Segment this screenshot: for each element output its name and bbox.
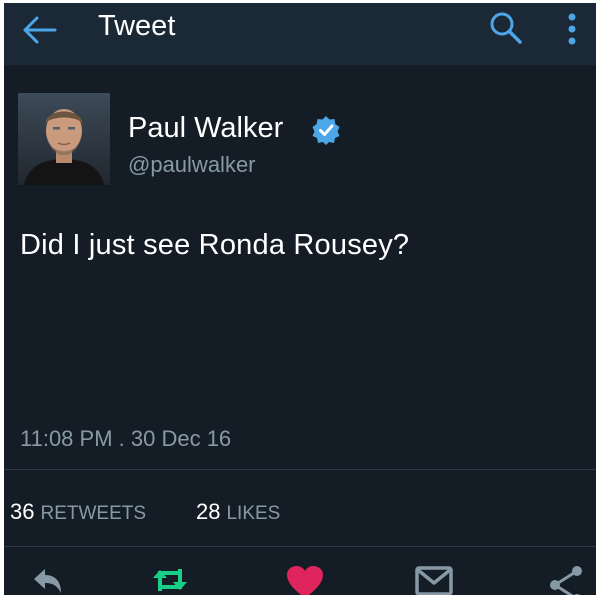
avatar-photo xyxy=(18,93,110,185)
retweets-count: 36 xyxy=(10,499,35,524)
tweet-screen: Tweet Paul Walker @paulwalker Did I just… xyxy=(4,3,596,595)
share-icon[interactable] xyxy=(546,565,586,595)
verified-badge-icon xyxy=(312,116,340,145)
likes-stat[interactable]: 28 LIKES xyxy=(196,499,280,525)
likes-label: LIKES xyxy=(226,503,281,524)
reply-icon[interactable] xyxy=(30,565,64,595)
search-icon[interactable] xyxy=(488,10,524,46)
tweet-timestamp: 11:08 PM . 30 Dec 16 xyxy=(20,426,232,451)
page-title: Tweet xyxy=(98,10,176,42)
tweet-text: Did I just see Ronda Rousey? xyxy=(20,229,410,261)
divider xyxy=(4,469,596,470)
retweet-icon[interactable] xyxy=(150,565,190,595)
author-name[interactable]: Paul Walker xyxy=(128,112,283,145)
arrow-left-icon[interactable] xyxy=(22,15,58,45)
retweets-stat[interactable]: 36 RETWEETS xyxy=(10,499,146,525)
divider xyxy=(4,546,596,547)
message-icon[interactable] xyxy=(414,565,454,595)
heart-icon[interactable] xyxy=(285,565,325,595)
author-handle[interactable]: @paulwalker xyxy=(128,152,256,178)
avatar[interactable] xyxy=(18,93,110,185)
top-bar: Tweet xyxy=(4,3,596,65)
retweets-label: RETWEETS xyxy=(40,503,147,524)
likes-count: 28 xyxy=(196,499,221,524)
more-vertical-icon[interactable] xyxy=(564,11,580,47)
